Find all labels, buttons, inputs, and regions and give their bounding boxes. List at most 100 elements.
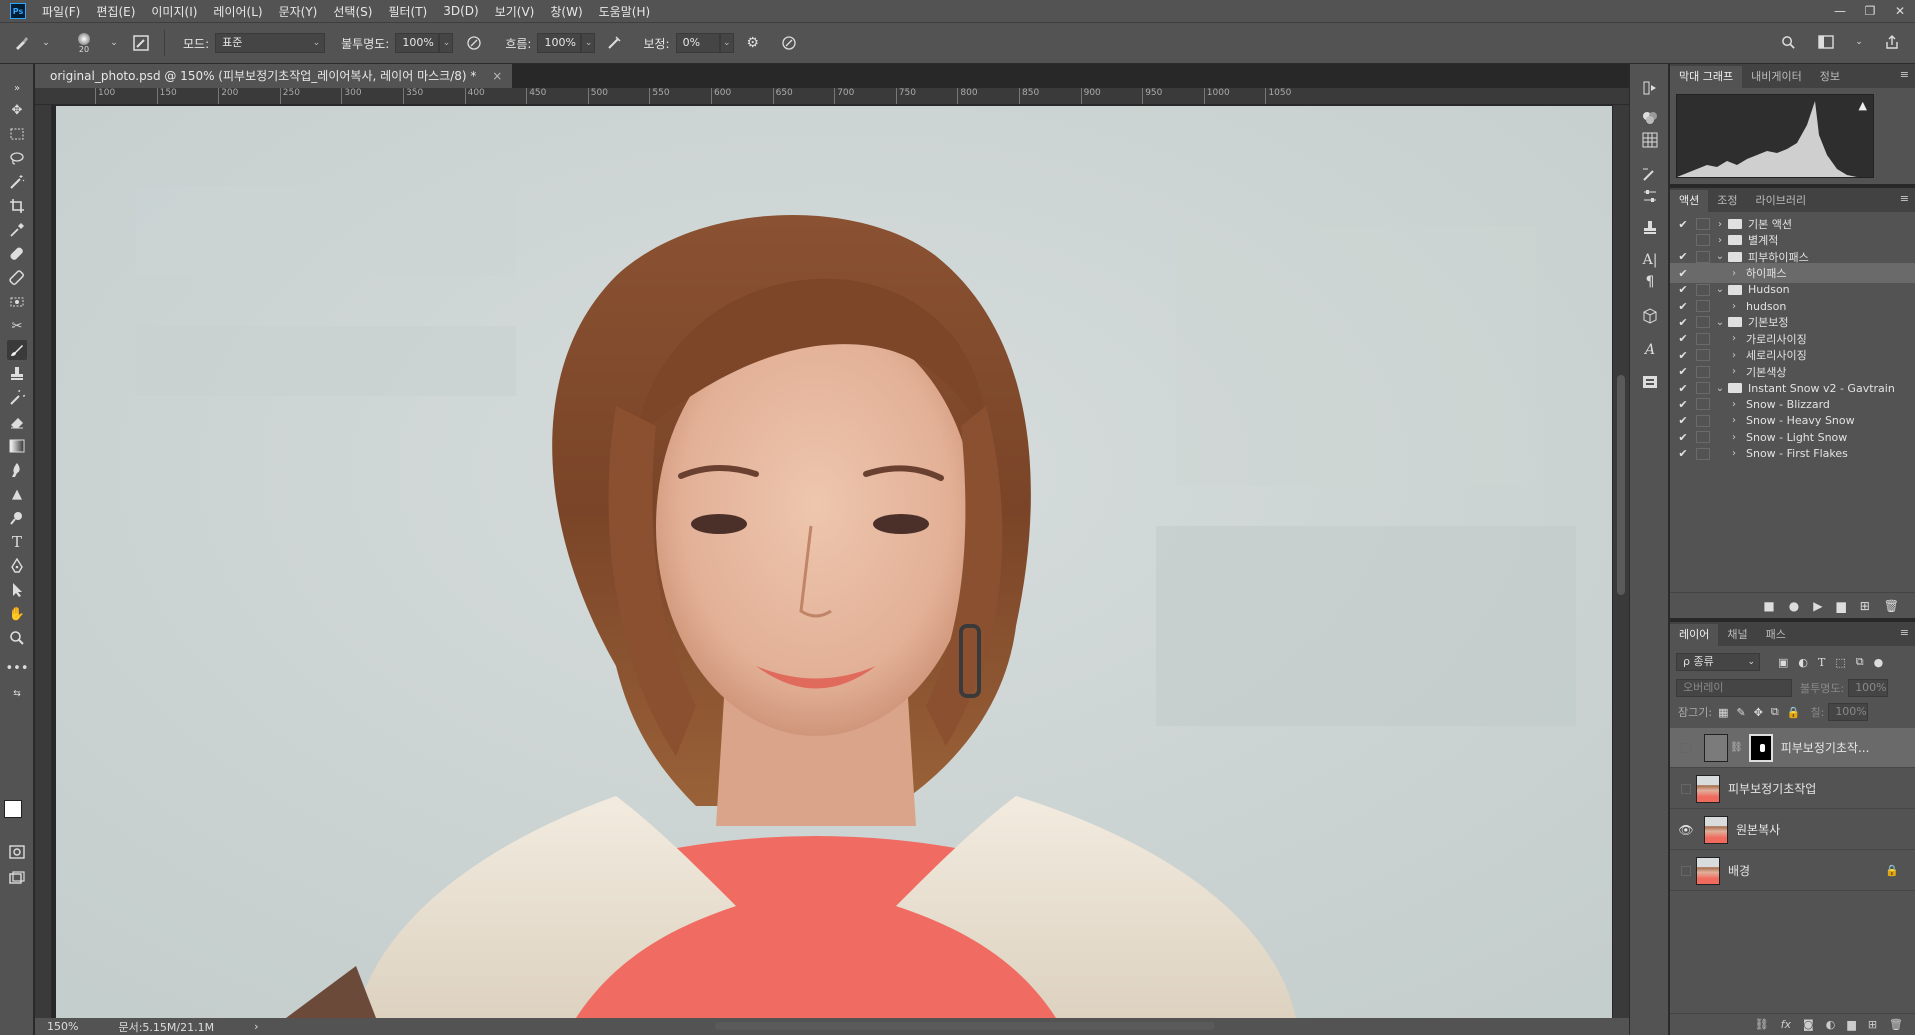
expand-arrow-icon[interactable]: ›	[1728, 333, 1740, 344]
filter-shape-icon[interactable]: ⬚	[1835, 656, 1845, 669]
menu-view[interactable]: 보기(V)	[495, 3, 535, 20]
chevron-down-icon[interactable]: ⌄	[110, 34, 118, 52]
add-mask-icon[interactable]: ◙	[1803, 1018, 1814, 1031]
lock-pixels-icon[interactable]: ✎	[1736, 706, 1745, 719]
close-button[interactable]: ✕	[1885, 0, 1915, 22]
lasso-tool-icon[interactable]	[7, 148, 27, 168]
tab-channels[interactable]: 채널	[1718, 624, 1756, 646]
smoothing-input[interactable]: 0%	[675, 33, 720, 53]
scroll-thumb[interactable]	[1617, 375, 1625, 595]
smoothing-dropdown[interactable]: ⌄	[719, 33, 734, 53]
layer-thumbnail[interactable]	[1696, 856, 1720, 885]
red-eye-tool-icon[interactable]: ✂	[7, 316, 27, 336]
hand-tool-icon[interactable]: ✋	[7, 604, 27, 624]
layer-name[interactable]: 피부보정기초작...	[1781, 739, 1870, 756]
dialog-toggle[interactable]	[1696, 267, 1710, 280]
tab-libraries[interactable]: 라이브러리	[1747, 190, 1816, 212]
airbrush-icon[interactable]	[605, 34, 623, 52]
action-checkmark-icon[interactable]: ✔	[1676, 431, 1690, 444]
layer-thumbnail[interactable]	[1704, 733, 1728, 762]
tab-paths[interactable]: 패스	[1757, 624, 1795, 646]
lock-artboard-icon[interactable]: ⧉	[1771, 705, 1779, 719]
visibility-toggle[interactable]	[1681, 742, 1691, 753]
filter-smart-object-icon[interactable]: ⧉	[1856, 655, 1864, 669]
layer-row[interactable]: 배경 🔒	[1670, 851, 1915, 891]
close-tab-icon[interactable]: ×	[492, 69, 502, 83]
dialog-toggle[interactable]	[1696, 398, 1710, 411]
brush-tool-icon[interactable]	[12, 34, 30, 52]
layer-thumbnail[interactable]	[1696, 774, 1720, 803]
dialog-toggle[interactable]	[1696, 414, 1710, 427]
action-item[interactable]: ✔ › Snow - First Flakes	[1670, 444, 1915, 464]
expand-arrow-icon[interactable]: ›	[1728, 301, 1740, 312]
expand-arrow-icon[interactable]: ›	[1714, 219, 1726, 230]
layer-thumbnail[interactable]	[1704, 815, 1728, 844]
expand-arrow-icon[interactable]: ›	[1728, 350, 1740, 361]
dialog-toggle[interactable]	[1696, 382, 1710, 394]
pressure-size-icon[interactable]	[780, 34, 798, 52]
layer-name[interactable]: 피부보정기초작업	[1728, 780, 1816, 797]
trash-icon[interactable]: 🗑	[1889, 1018, 1903, 1031]
action-checkmark-icon[interactable]: ✔	[1676, 316, 1690, 329]
expand-arrow-icon[interactable]: ⌄	[1714, 383, 1726, 394]
action-checkmark-icon[interactable]: ✔	[1676, 414, 1690, 427]
brush-settings-panel-icon[interactable]	[132, 34, 150, 52]
quick-mask-icon[interactable]	[7, 842, 27, 862]
visibility-toggle[interactable]	[1681, 783, 1691, 794]
menu-file[interactable]: 파일(F)	[42, 3, 80, 20]
magic-wand-tool-icon[interactable]	[7, 172, 27, 192]
layer-row[interactable]: ⛓ 피부보정기초작...	[1670, 728, 1915, 768]
gear-icon[interactable]: ⚙	[744, 34, 762, 52]
stamp-tool-icon[interactable]	[7, 364, 27, 384]
expand-arrow-icon[interactable]: ⌄	[1714, 284, 1726, 295]
healing-brush-tool-icon[interactable]	[7, 244, 27, 264]
filter-toggle-icon[interactable]: ●	[1874, 656, 1884, 669]
default-colors-icon[interactable]: ⇆	[7, 684, 27, 704]
menu-select[interactable]: 선택(S)	[333, 3, 372, 20]
menu-window[interactable]: 창(W)	[550, 3, 582, 20]
expand-arrow-icon[interactable]: ⌄	[1714, 317, 1726, 328]
new-group-icon[interactable]: ▆	[1847, 1018, 1855, 1031]
vertical-scrollbar[interactable]	[1613, 105, 1629, 1018]
layer-row[interactable]: 👁 원본복사	[1670, 810, 1915, 850]
link-chain-icon[interactable]: ⛓	[1730, 742, 1743, 753]
dialog-toggle[interactable]	[1696, 447, 1710, 460]
expand-arrow-icon[interactable]: ›	[1714, 235, 1726, 246]
eyedropper-tool-icon[interactable]	[7, 220, 27, 240]
tab-adjustments[interactable]: 조정	[1708, 190, 1746, 212]
content-aware-move-icon[interactable]	[7, 292, 27, 312]
brush-settings-icon[interactable]	[1640, 164, 1660, 184]
dialog-toggle[interactable]	[1696, 365, 1710, 378]
search-icon[interactable]	[1779, 33, 1797, 51]
action-checkmark-icon[interactable]: ✔	[1676, 267, 1690, 280]
filter-image-icon[interactable]: ▣	[1778, 656, 1788, 669]
glyphs-panel-icon[interactable]: A	[1640, 340, 1660, 360]
brush-tool-icon[interactable]	[7, 340, 27, 360]
tab-info[interactable]: 정보	[1811, 66, 1849, 88]
layer-mask-thumbnail[interactable]	[1748, 733, 1773, 762]
properties-panel-icon[interactable]	[1640, 372, 1660, 392]
brush-preset-icon[interactable]: 20	[70, 29, 98, 57]
action-checkmark-icon[interactable]: ✔	[1676, 349, 1690, 362]
crop-tool-icon[interactable]	[7, 196, 27, 216]
record-icon[interactable]: ●	[1789, 599, 1799, 613]
filter-type-icon[interactable]: T	[1818, 656, 1825, 669]
pressure-opacity-icon[interactable]	[465, 34, 483, 52]
dialog-toggle[interactable]	[1696, 316, 1710, 329]
action-checkmark-icon[interactable]: ✔	[1676, 382, 1690, 395]
dialog-toggle[interactable]	[1696, 218, 1710, 230]
panel-menu-icon[interactable]: ≡	[1900, 192, 1909, 205]
action-checkmark-icon[interactable]: ✔	[1676, 283, 1690, 296]
swatches-panel-icon[interactable]	[1640, 130, 1660, 150]
chevron-down-icon[interactable]: ⌄	[1855, 33, 1863, 51]
link-layers-icon[interactable]: ⛓	[1755, 1018, 1769, 1031]
menu-edit[interactable]: 편집(E)	[96, 3, 135, 20]
play-icon[interactable]: ▶	[1813, 599, 1822, 613]
new-layer-icon[interactable]: ⊞	[1868, 1018, 1877, 1031]
foreground-color-swatch[interactable]	[4, 800, 22, 818]
history-brush-tool-icon[interactable]	[7, 388, 27, 408]
menu-help[interactable]: 도움말(H)	[599, 3, 651, 20]
horizontal-scroll-thumb[interactable]	[715, 1022, 1215, 1030]
opacity-input[interactable]: 100%	[395, 33, 440, 53]
lock-position-icon[interactable]: ✥	[1754, 706, 1763, 719]
